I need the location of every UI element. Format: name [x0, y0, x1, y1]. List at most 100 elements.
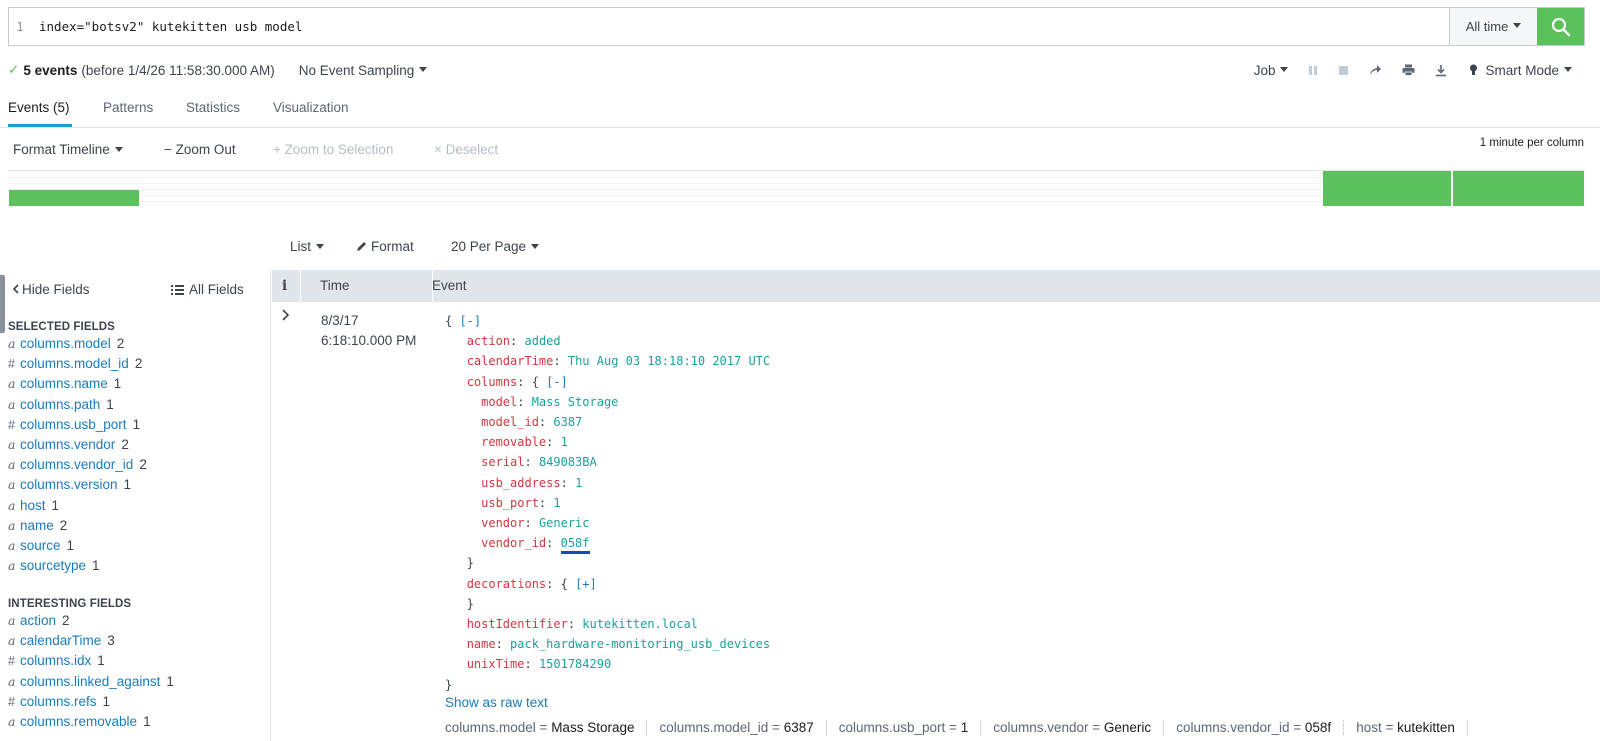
- time-column-header[interactable]: Time: [320, 278, 350, 293]
- stop-button[interactable]: [1338, 65, 1349, 76]
- json-key[interactable]: vendor: [481, 516, 524, 530]
- field-item[interactable]: a source 1: [8, 538, 74, 553]
- summary-field[interactable]: columns.model = Mass Storage: [445, 720, 648, 735]
- field-name[interactable]: columns.linked_against: [20, 674, 160, 689]
- json-key[interactable]: removable: [481, 435, 546, 449]
- deselect-button[interactable]: × Deselect: [434, 142, 498, 157]
- json-key[interactable]: model: [481, 395, 517, 409]
- json-key[interactable]: columns: [467, 375, 518, 389]
- field-name[interactable]: columns.name: [20, 376, 108, 391]
- list-dropdown[interactable]: List: [290, 239, 325, 254]
- summary-value[interactable]: 1: [961, 720, 969, 735]
- timeline-bar[interactable]: [1453, 171, 1584, 206]
- json-value[interactable]: kutekitten.local: [582, 617, 698, 631]
- format-button[interactable]: Format: [356, 239, 414, 254]
- tab-patterns[interactable]: Patterns: [103, 100, 153, 115]
- json-value[interactable]: 1501784290: [539, 657, 611, 671]
- field-item[interactable]: a columns.version 1: [8, 477, 131, 492]
- all-fields-button[interactable]: All Fields: [171, 282, 244, 297]
- timeline-bar[interactable]: [1323, 171, 1451, 206]
- field-item[interactable]: a columns.model 2: [8, 336, 124, 351]
- pause-button[interactable]: [1308, 65, 1318, 76]
- field-name[interactable]: columns.vendor_id: [20, 457, 133, 472]
- json-key[interactable]: hostIdentifier: [467, 617, 568, 631]
- json-value[interactable]: pack_hardware-monitoring_usb_devices: [510, 637, 770, 651]
- field-name[interactable]: columns.vendor: [20, 437, 115, 452]
- share-button[interactable]: [1369, 64, 1382, 76]
- json-value[interactable]: added: [525, 334, 561, 348]
- json-key[interactable]: calendarTime: [467, 354, 554, 368]
- json-value[interactable]: 1: [553, 496, 560, 510]
- json-key[interactable]: usb_address: [481, 476, 560, 490]
- event-sampling-dropdown[interactable]: No Event Sampling: [299, 63, 428, 78]
- row-expand-button[interactable]: [282, 308, 290, 324]
- field-name[interactable]: columns.path: [20, 397, 100, 412]
- json-value[interactable]: Thu Aug 03 18:18:10 2017 UTC: [568, 354, 770, 368]
- field-name[interactable]: columns.idx: [20, 653, 91, 668]
- field-name[interactable]: calendarTime: [20, 633, 101, 648]
- format-timeline-dropdown[interactable]: Format Timeline: [13, 142, 123, 157]
- json-value[interactable]: 849083BA: [539, 455, 597, 469]
- tab-visualization[interactable]: Visualization: [273, 100, 349, 115]
- summary-field[interactable]: columns.vendor_id = 058f: [1164, 720, 1345, 735]
- search-button[interactable]: [1537, 8, 1584, 45]
- json-key[interactable]: decorations: [467, 577, 546, 591]
- json-key[interactable]: action: [467, 334, 510, 348]
- json-key[interactable]: model_id: [481, 415, 539, 429]
- field-name[interactable]: columns.model: [20, 336, 111, 351]
- collapse-toggle[interactable]: [-]: [546, 375, 568, 389]
- field-item[interactable]: # columns.idx 1: [8, 653, 105, 668]
- summary-value[interactable]: Generic: [1104, 720, 1151, 735]
- field-item[interactable]: a columns.name 1: [8, 376, 121, 391]
- field-item[interactable]: # columns.refs 1: [8, 694, 110, 709]
- per-page-dropdown[interactable]: 20 Per Page: [451, 239, 540, 254]
- summary-field[interactable]: host = kutekitten: [1344, 720, 1468, 735]
- summary-value[interactable]: 6387: [784, 720, 814, 735]
- field-item[interactable]: a calendarTime 3: [8, 633, 115, 648]
- field-item[interactable]: a host 1: [8, 498, 59, 513]
- field-item[interactable]: a action 2: [8, 613, 70, 628]
- job-dropdown[interactable]: Job: [1254, 63, 1289, 78]
- zoom-out-button[interactable]: − Zoom Out: [164, 142, 236, 157]
- field-item[interactable]: a columns.removable 1: [8, 714, 151, 729]
- json-key[interactable]: vendor_id: [481, 536, 546, 550]
- summary-field[interactable]: columns.vendor = Generic: [981, 720, 1165, 735]
- search-input[interactable]: index="botsv2" kutekitten usb model: [31, 8, 1449, 45]
- search-mode-dropdown[interactable]: Smart Mode: [1469, 63, 1572, 78]
- json-value[interactable]: 1: [575, 476, 582, 490]
- json-value[interactable]: 6387: [553, 415, 582, 429]
- export-button[interactable]: [1435, 64, 1447, 77]
- time-range-picker[interactable]: All time: [1449, 8, 1537, 45]
- field-item[interactable]: a sourcetype 1: [8, 558, 100, 573]
- field-item[interactable]: a columns.path 1: [8, 397, 114, 412]
- json-value[interactable]: Generic: [539, 516, 590, 530]
- json-key[interactable]: unixTime: [467, 657, 525, 671]
- summary-value[interactable]: 058f: [1305, 720, 1331, 735]
- zoom-to-selection-button[interactable]: + Zoom to Selection: [273, 142, 393, 157]
- field-name[interactable]: columns.model_id: [20, 356, 129, 371]
- json-value-highlighted[interactable]: 058f: [560, 536, 590, 555]
- field-name[interactable]: columns.usb_port: [20, 417, 127, 432]
- tab-events[interactable]: Events (5): [8, 100, 70, 115]
- field-name[interactable]: source: [20, 538, 61, 553]
- field-item[interactable]: a columns.linked_against 1: [8, 674, 174, 689]
- field-name[interactable]: name: [20, 518, 54, 533]
- tab-statistics[interactable]: Statistics: [186, 100, 240, 115]
- show-raw-text-link[interactable]: Show as raw text: [445, 695, 548, 710]
- field-name[interactable]: columns.removable: [20, 714, 137, 729]
- event-column-header[interactable]: Event: [432, 278, 467, 293]
- summary-field[interactable]: columns.usb_port = 1: [827, 720, 982, 735]
- field-name[interactable]: columns.refs: [20, 694, 97, 709]
- field-item[interactable]: # columns.usb_port 1: [8, 417, 140, 432]
- field-name[interactable]: sourcetype: [20, 558, 86, 573]
- json-key[interactable]: serial: [481, 455, 524, 469]
- summary-value[interactable]: kutekitten: [1397, 720, 1455, 735]
- json-value[interactable]: Mass Storage: [532, 395, 619, 409]
- field-item[interactable]: a columns.vendor 2: [8, 437, 129, 452]
- field-name[interactable]: columns.version: [20, 477, 118, 492]
- expand-toggle[interactable]: [+]: [575, 577, 597, 591]
- print-button[interactable]: [1402, 64, 1415, 76]
- json-key[interactable]: name: [467, 637, 496, 651]
- field-name[interactable]: action: [20, 613, 56, 628]
- summary-field[interactable]: columns.model_id = 6387: [647, 720, 827, 735]
